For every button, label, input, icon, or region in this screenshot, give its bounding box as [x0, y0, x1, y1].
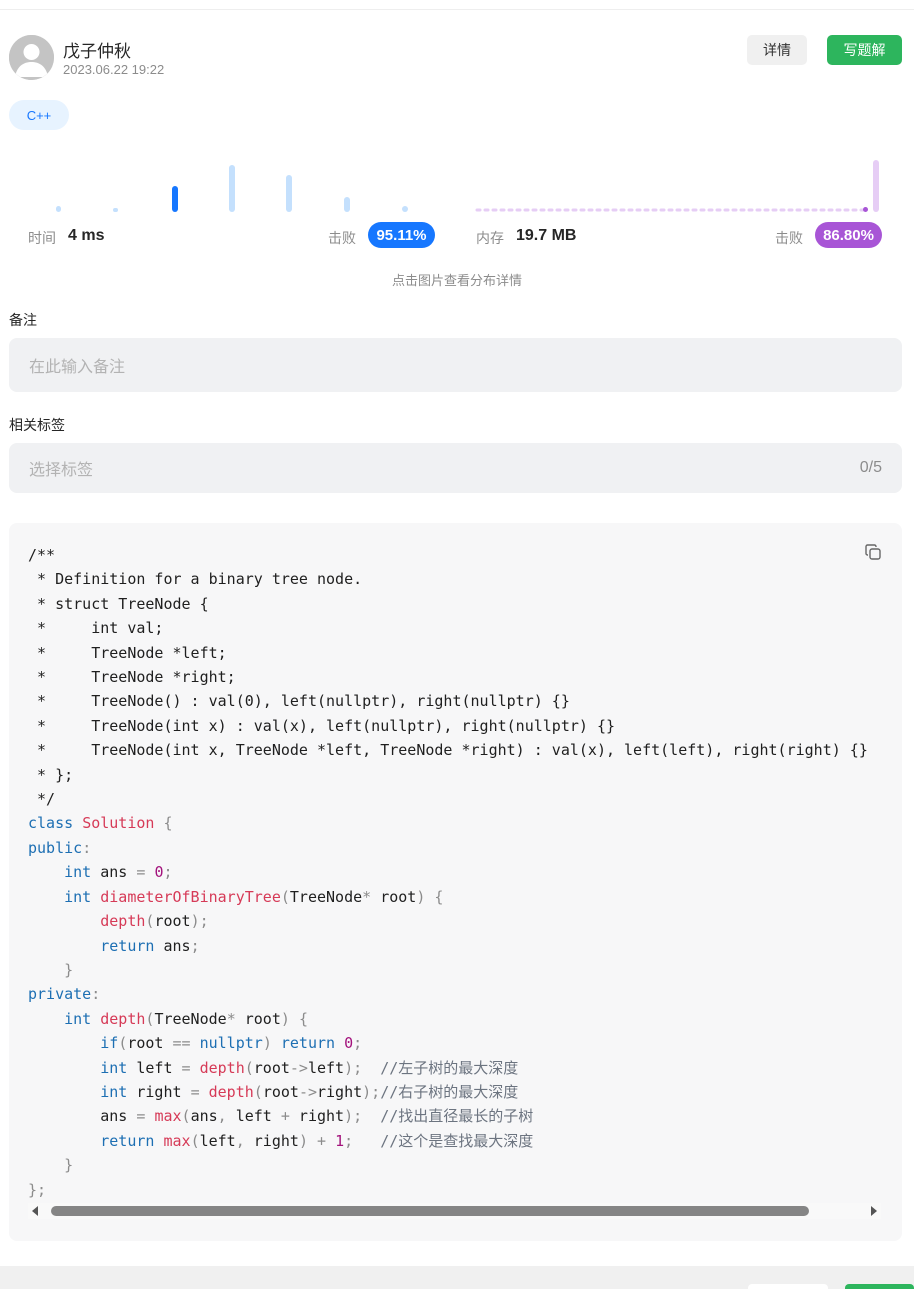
code-horizontal-scrollbar[interactable] — [28, 1203, 881, 1219]
runtime-bar — [113, 208, 118, 212]
runtime-bar — [286, 175, 292, 212]
write-solution-button[interactable]: 写题解 — [827, 35, 902, 65]
memory-bar-current — [863, 207, 868, 212]
language-tag: C++ — [9, 100, 69, 130]
runtime-bar — [344, 197, 350, 212]
code-line: } — [64, 960, 74, 979]
code-line: * struct TreeNode { — [28, 594, 209, 613]
distribution-hint[interactable]: 点击图片查看分布详情 — [0, 270, 914, 289]
runtime-value: 4 ms — [68, 227, 105, 244]
code-line: int right = depth(root->right);//右子树的最大深… — [100, 1082, 519, 1101]
memory-bar — [873, 160, 879, 212]
memory-beat-label: 击败 — [775, 230, 803, 246]
code-line: return max(left, right) + 1; //这个是查找最大深度 — [100, 1131, 534, 1150]
note-label: 备注 — [9, 312, 37, 328]
code-line: * int val; — [28, 619, 164, 638]
code-line: /** — [28, 546, 56, 564]
code-line: depth(root); — [100, 912, 209, 931]
scroll-right-arrow-icon[interactable] — [871, 1206, 877, 1216]
code-line: * Definition for a binary tree node. — [28, 570, 363, 589]
runtime-label: 时间 — [28, 230, 56, 246]
bottom-secondary-button[interactable] — [748, 1284, 828, 1289]
code-line: * TreeNode(int x, TreeNode *left, TreeNo… — [28, 741, 868, 760]
code-line: int depth(TreeNode* root) { — [64, 1009, 308, 1028]
tag-select[interactable]: 选择标签 0/5 — [9, 443, 902, 493]
code-line: if(root == nullptr) return 0; — [100, 1034, 363, 1053]
scroll-left-arrow-icon[interactable] — [32, 1206, 38, 1216]
code-block: /** * Definition for a binary tree node.… — [9, 523, 902, 1241]
code-line: }; — [28, 1180, 47, 1199]
memory-label: 内存 — [476, 230, 504, 246]
code-content[interactable]: /** * Definition for a binary tree node.… — [28, 543, 883, 1202]
code-line: * TreeNode *right; — [28, 668, 236, 687]
username[interactable]: 戊子仲秋 — [63, 37, 131, 62]
memory-value: 19.7 MB — [516, 227, 577, 244]
code-line: * TreeNode(int x) : val(x), left(nullptr… — [28, 716, 615, 735]
code-line: int diameterOfBinaryTree(TreeNode* root)… — [64, 887, 444, 906]
note-input[interactable]: 在此输入备注 — [9, 338, 902, 392]
runtime-beat-label: 击败 — [328, 230, 356, 246]
submission-timestamp: 2023.06.22 19:22 — [63, 62, 165, 77]
runtime-beat-badge: 95.11% — [368, 222, 435, 248]
code-line: int ans = 0; — [64, 863, 173, 882]
runtime-memory-distribution-chart — [56, 160, 879, 212]
runtime-bar — [229, 165, 235, 212]
code-line: ans = max(ans, left + right); //找出直径最长的子… — [28, 1107, 534, 1126]
code-line: * }; — [28, 765, 74, 784]
tags-label: 相关标签 — [9, 417, 65, 433]
code-line: * TreeNode() : val(0), left(nullptr), ri… — [28, 692, 570, 711]
code-line: int left = depth(root->left); //左子树的最大深度 — [100, 1058, 519, 1077]
code-line: * TreeNode *left; — [28, 643, 227, 662]
top-divider — [0, 9, 914, 10]
runtime-bar — [402, 206, 408, 212]
bottom-bar — [0, 1266, 914, 1289]
user-avatar-icon — [9, 35, 54, 80]
memory-beat-badge: 86.80% — [815, 222, 882, 248]
avatar[interactable] — [9, 35, 54, 80]
scrollbar-thumb[interactable] — [51, 1206, 809, 1216]
code-line: public: — [28, 838, 92, 857]
detail-button[interactable]: 详情 — [747, 35, 807, 65]
runtime-bar-current — [172, 186, 178, 212]
bottom-primary-button[interactable] — [845, 1284, 914, 1289]
code-line: private: — [28, 985, 101, 1004]
runtime-bar — [56, 206, 61, 212]
code-line: return ans; — [100, 936, 200, 955]
tag-select-placeholder: 选择标签 — [29, 462, 94, 479]
code-line: class Solution { — [28, 814, 173, 833]
code-line: */ — [28, 790, 56, 809]
code-line: } — [64, 1156, 74, 1175]
performance-distribution[interactable]: 时间 4 ms 击败 95.11% 内存 19.7 MB 击败 86.80% — [9, 150, 902, 260]
tag-count: 0/5 — [859, 459, 882, 476]
